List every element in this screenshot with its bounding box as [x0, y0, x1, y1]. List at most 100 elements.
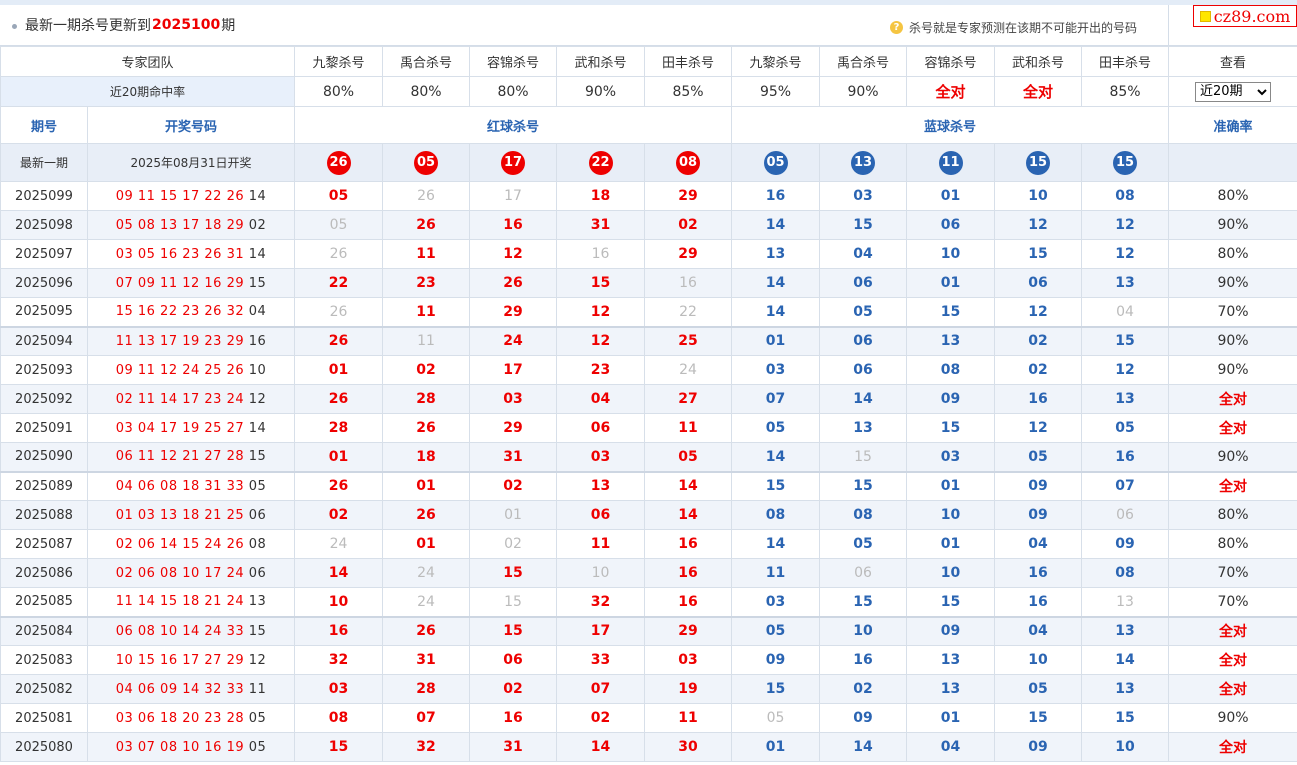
accuracy-cell: 全对 [1168, 384, 1297, 414]
draw-blue-number: 04 [248, 304, 267, 320]
table-row: 2025081 03 06 18 20 23 28 05 08 07 16 02 11 05 0… [0, 703, 1297, 733]
blue-kill-cell: 08 [731, 500, 821, 530]
red-kill-cell: 15 [556, 268, 646, 298]
blue-kill-cell: 05 [731, 413, 821, 443]
period-cell: 2025097 [0, 239, 88, 269]
red-kill-cell: 02 [556, 703, 646, 733]
table-row: 2025087 02 06 14 15 24 26 08 24 01 02 11 16 14 0… [0, 529, 1297, 559]
red-kill-cell: 02 [469, 470, 558, 501]
red-kill-cell: 30 [644, 732, 733, 762]
red-kill-cell: 14 [644, 500, 733, 530]
period-cell: 2025084 [0, 615, 88, 646]
draw-numbers-cell: 04 06 09 14 32 33 11 [86, 674, 296, 704]
draw-red-numbers: 04 06 08 18 31 33 [115, 478, 245, 494]
hit-rate-value: 90% [556, 76, 646, 107]
blue-kill-cell: 15 [994, 703, 1083, 733]
blue-kill-cell: 12 [1081, 239, 1170, 269]
expert-name: 武和杀号 [994, 46, 1083, 77]
header-divider [1168, 5, 1169, 46]
kill-number-table: 专家团队 九黎杀号 禹合杀号 容锦杀号 武和杀号 田丰杀号 九黎杀号 禹合杀号 … [0, 46, 1297, 762]
hit-rate-value: 80% [469, 76, 558, 107]
latest-red-cell: 22 [556, 143, 646, 182]
draw-red-numbers: 04 06 09 14 32 33 [115, 681, 245, 697]
red-kill-cell: 15 [469, 558, 558, 588]
help-note-text: 杀号就是专家预测在该期不可能开出的号码 [909, 21, 1138, 35]
blue-kill-cell: 10 [906, 239, 996, 269]
red-kill-cell: 16 [644, 268, 733, 298]
view-label: 查看 [1168, 46, 1297, 77]
blue-kill-cell: 08 [819, 500, 908, 530]
team-label: 专家团队 [0, 46, 296, 77]
accuracy-cell: 70% [1168, 587, 1297, 617]
draw-blue-number: 14 [248, 420, 267, 436]
red-kill-cell: 01 [469, 500, 558, 530]
page-header: 最新一期杀号更新到 2025100 期 ? 杀号就是专家预测在该期不可能开出的号… [0, 5, 1297, 46]
blue-kill-cell: 14 [731, 210, 821, 240]
table-row: 2025092 02 11 14 17 23 24 12 26 28 03 04 27 07 1… [0, 384, 1297, 414]
draw-red-numbers: 09 11 12 24 25 26 [115, 362, 245, 378]
red-kill-cell: 07 [382, 703, 471, 733]
site-logo[interactable]: cz89.com [1193, 5, 1297, 27]
blue-kill-cell: 13 [731, 239, 821, 269]
blue-ball: 11 [938, 150, 963, 175]
draw-red-numbers: 03 04 17 19 25 27 [115, 420, 245, 436]
red-kill-cell: 13 [556, 470, 646, 501]
blue-kill-cell: 15 [906, 413, 996, 443]
blue-kill-cell: 13 [906, 674, 996, 704]
red-kill-cell: 27 [644, 384, 733, 414]
accuracy-cell: 90% [1168, 355, 1297, 385]
blue-kill-cell: 15 [731, 470, 821, 501]
hit-rate-value: 85% [1081, 76, 1170, 107]
expert-name: 容锦杀号 [906, 46, 996, 77]
draw-red-numbers: 15 16 22 23 26 32 [115, 304, 245, 320]
blue-kill-cell: 15 [1081, 325, 1170, 356]
red-kill-cell: 01 [294, 355, 384, 385]
draw-numbers-cell: 01 03 13 18 21 25 06 [86, 500, 296, 530]
blue-kill-cell: 03 [731, 587, 821, 617]
page-title: 最新一期杀号更新到 2025100 期 [12, 15, 235, 35]
blue-kill-cell: 10 [994, 181, 1083, 211]
red-kill-cell: 26 [469, 268, 558, 298]
table-row: 2025088 01 03 13 18 21 25 06 02 26 01 06 14 08 0… [0, 500, 1297, 530]
blue-kill-cell: 14 [731, 268, 821, 298]
red-kill-cell: 29 [469, 297, 558, 327]
red-kill-cell: 11 [556, 529, 646, 559]
draw-numbers-cell: 02 11 14 17 23 24 12 [86, 384, 296, 414]
expert-name: 禹合杀号 [382, 46, 471, 77]
blue-kill-cell: 13 [819, 413, 908, 443]
period-range-select[interactable]: 近20期 [1195, 81, 1272, 102]
table-row: 2025090 06 11 12 21 27 28 15 01 18 31 03 05 14 1… [0, 442, 1297, 472]
red-kill-cell: 17 [469, 355, 558, 385]
table-row: 2025094 11 13 17 19 23 29 16 26 11 24 12 25 01 0… [0, 325, 1297, 356]
blue-kill-cell: 13 [1081, 674, 1170, 704]
table-row: 2025084 06 08 10 14 24 33 15 16 26 15 17 29 05 1… [0, 615, 1297, 646]
period-cell: 2025096 [0, 268, 88, 298]
blue-kill-cell: 05 [994, 674, 1083, 704]
blue-kill-cell: 02 [819, 674, 908, 704]
draw-red-numbers: 06 08 10 14 24 33 [115, 623, 245, 639]
blue-kill-cell: 10 [906, 500, 996, 530]
latest-red-cell: 08 [644, 143, 733, 182]
period-cell: 2025088 [0, 500, 88, 530]
red-kill-cell: 16 [469, 210, 558, 240]
red-kill-cell: 16 [294, 615, 384, 646]
draw-red-numbers: 11 13 17 19 23 29 [115, 333, 245, 349]
red-kill-cell: 17 [556, 615, 646, 646]
red-kill-cell: 14 [294, 558, 384, 588]
red-kill-cell: 26 [382, 615, 471, 646]
title-suffix: 期 [221, 18, 236, 34]
red-kill-cell: 23 [382, 268, 471, 298]
period-header: 期号 [0, 106, 88, 144]
logo-square-icon [1199, 10, 1211, 22]
period-select-cell: 近20期 [1168, 76, 1297, 107]
hit-rate-row: 近20期命中率 80% 80% 80% 90% 85% 95% 90% 全对 全对 85% 近20期 [0, 76, 1297, 107]
hit-rate-value: 90% [819, 76, 908, 107]
red-kill-cell: 14 [556, 732, 646, 762]
latest-blue-cell: 15 [1081, 143, 1170, 182]
red-kill-cell: 05 [294, 210, 384, 240]
blue-kill-cell: 06 [819, 355, 908, 385]
period-cell: 2025090 [0, 442, 88, 472]
draw-blue-number: 14 [248, 246, 267, 262]
draw-blue-number: 05 [248, 710, 267, 726]
draw-blue-number: 05 [248, 739, 267, 755]
